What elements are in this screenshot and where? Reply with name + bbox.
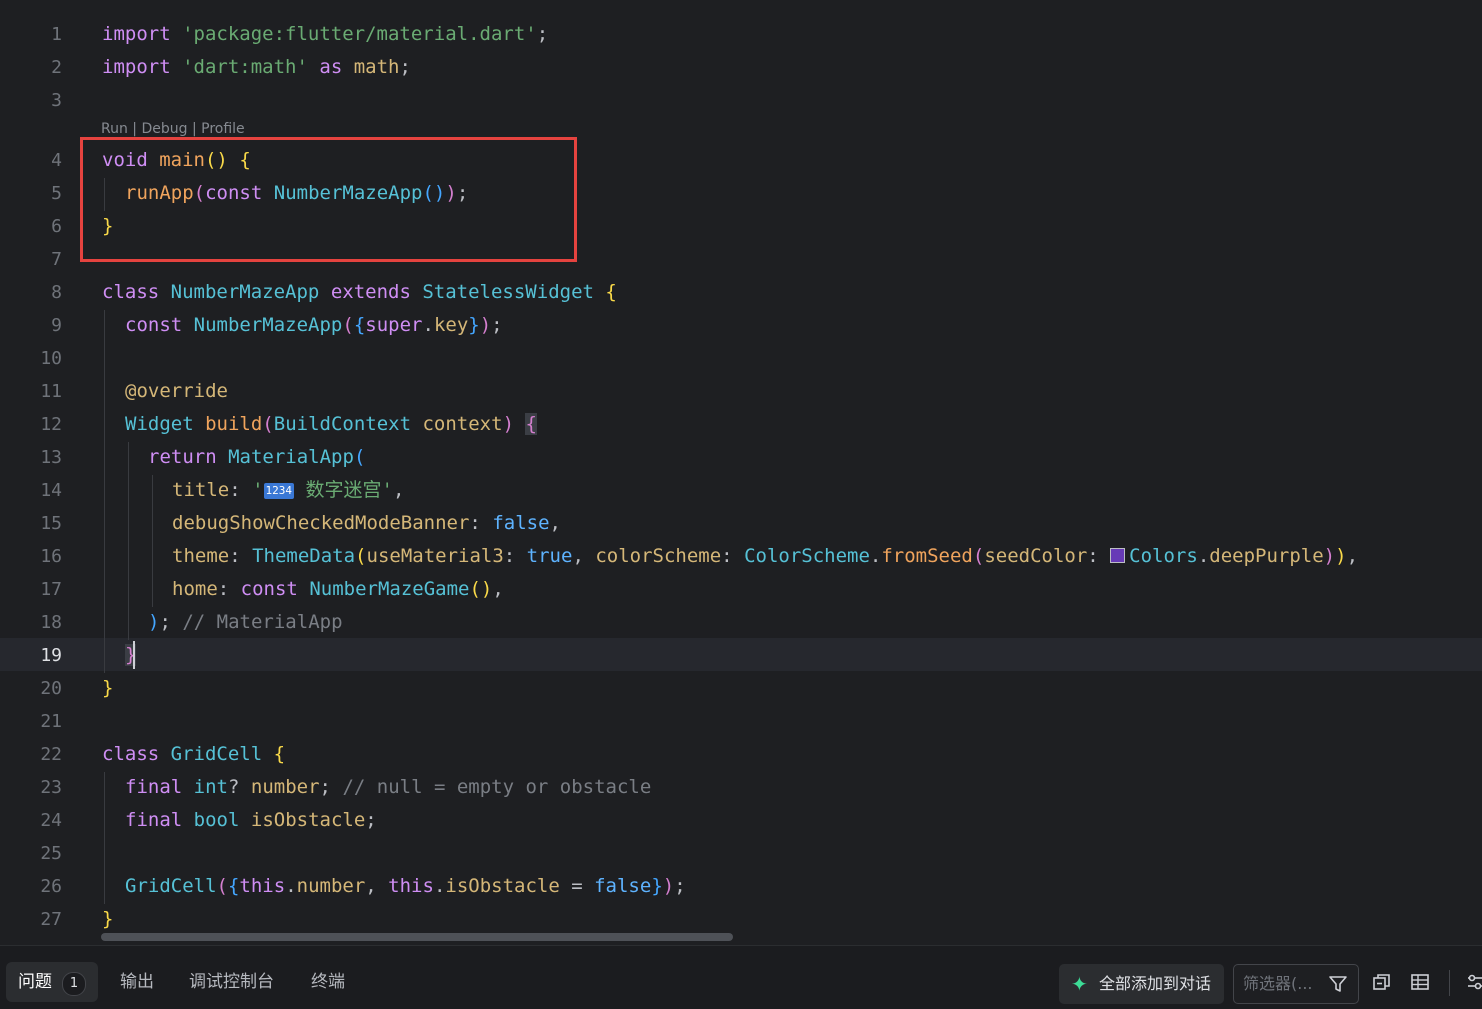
tab-debug-console[interactable]: 调试控制台 <box>189 962 274 1002</box>
filter-placeholder: 筛选器(... <box>1243 974 1313 993</box>
line-number: 26 <box>40 876 62 897</box>
line-number: 20 <box>40 678 62 699</box>
settings-slider-icon[interactable] <box>1466 972 1482 992</box>
code-line-8: class NumberMazeApp extends StatelessWid… <box>102 281 617 303</box>
line-number: 15 <box>40 513 62 534</box>
code-editor[interactable]: 1 2 3 4 5 6 7 8 9 10 11 12 13 14 15 16 1… <box>0 0 1482 945</box>
line-number: 23 <box>40 777 62 798</box>
text-cursor <box>133 641 135 669</box>
tab-label: 问题 <box>18 972 52 992</box>
tab-problems[interactable]: 问题 1 <box>6 962 98 1002</box>
code-line-22: class GridCell { <box>102 743 286 765</box>
highlight-annotation-box <box>80 137 577 262</box>
line-number: 24 <box>40 810 62 831</box>
tab-output[interactable]: 输出 <box>120 962 154 1002</box>
line-number: 21 <box>40 711 62 732</box>
code-line-12: Widget build(BuildContext context) { <box>125 413 537 435</box>
line-number: 13 <box>40 447 62 468</box>
line-number: 5 <box>51 183 62 204</box>
add-all-to-chat-button[interactable]: ✦ 全部添加到对话 <box>1059 964 1224 1004</box>
indent-guide <box>104 310 105 673</box>
code-line-2: import 'dart:math' as math; <box>102 56 411 78</box>
line-number: 12 <box>40 414 62 435</box>
line-number: 9 <box>51 315 62 336</box>
indent-guide <box>128 442 129 640</box>
filter-icon[interactable] <box>1328 974 1348 994</box>
line-number: 8 <box>51 282 62 303</box>
line-number: 11 <box>40 381 62 402</box>
line-number: 14 <box>40 480 62 501</box>
line-number: 16 <box>40 546 62 567</box>
code-line-24: final bool isObstacle; <box>125 809 377 831</box>
line-number: 17 <box>40 579 62 600</box>
toolbar-divider <box>1449 970 1450 996</box>
line-number: 18 <box>40 612 62 633</box>
filter-input[interactable]: 筛选器(... <box>1233 964 1359 1004</box>
code-line-23: final int? number; // null = empty or ob… <box>125 776 652 798</box>
line-number: 27 <box>40 909 62 930</box>
line-number: 1 <box>51 24 62 45</box>
indent-guide <box>152 475 153 607</box>
code-line-9: const NumberMazeApp({super.key}); <box>125 314 503 336</box>
line-number: 6 <box>51 216 62 237</box>
line-number-current: 19 <box>40 645 62 666</box>
horizontal-scrollbar[interactable] <box>101 933 733 941</box>
code-line-20: } <box>102 677 114 699</box>
collapse-all-icon[interactable] <box>1372 972 1392 992</box>
sparkle-icon: ✦ <box>1071 972 1088 996</box>
tab-terminal[interactable]: 终端 <box>311 962 345 1002</box>
line-number: 3 <box>51 90 62 111</box>
code-line-11: @override <box>125 380 228 402</box>
code-line-17: home: const NumberMazeGame(), <box>172 578 504 600</box>
input-numbers-emoji-icon: 1234 <box>263 483 295 499</box>
line-number: 22 <box>40 744 62 765</box>
line-number: 25 <box>40 843 62 864</box>
line-number: 7 <box>51 249 62 270</box>
code-line-1: import 'package:flutter/material.dart'; <box>102 23 549 45</box>
code-line-14: title: ' 1234 数字迷宫', <box>172 479 405 501</box>
line-number: 4 <box>51 150 62 171</box>
table-view-icon[interactable] <box>1410 972 1430 992</box>
code-line-16: theme: ThemeData(useMaterial3: true, col… <box>172 545 1359 567</box>
code-line-26: GridCell({this.number, this.isObstacle =… <box>125 875 686 897</box>
code-line-18: ); // MaterialApp <box>148 611 343 633</box>
code-line-15: debugShowCheckedModeBanner: false, <box>172 512 561 534</box>
code-line-13: return MaterialApp( <box>148 446 366 468</box>
line-number: 10 <box>40 348 62 369</box>
problems-count-badge: 1 <box>62 972 86 996</box>
indent-guide <box>104 772 105 904</box>
color-swatch-icon[interactable] <box>1110 548 1126 563</box>
code-lens-run-debug-profile[interactable]: Run | Debug | Profile <box>101 121 245 137</box>
current-line-highlight <box>0 638 1482 671</box>
line-number: 2 <box>51 57 62 78</box>
code-line-27: } <box>102 908 114 930</box>
add-all-label: 全部添加到对话 <box>1099 974 1212 993</box>
